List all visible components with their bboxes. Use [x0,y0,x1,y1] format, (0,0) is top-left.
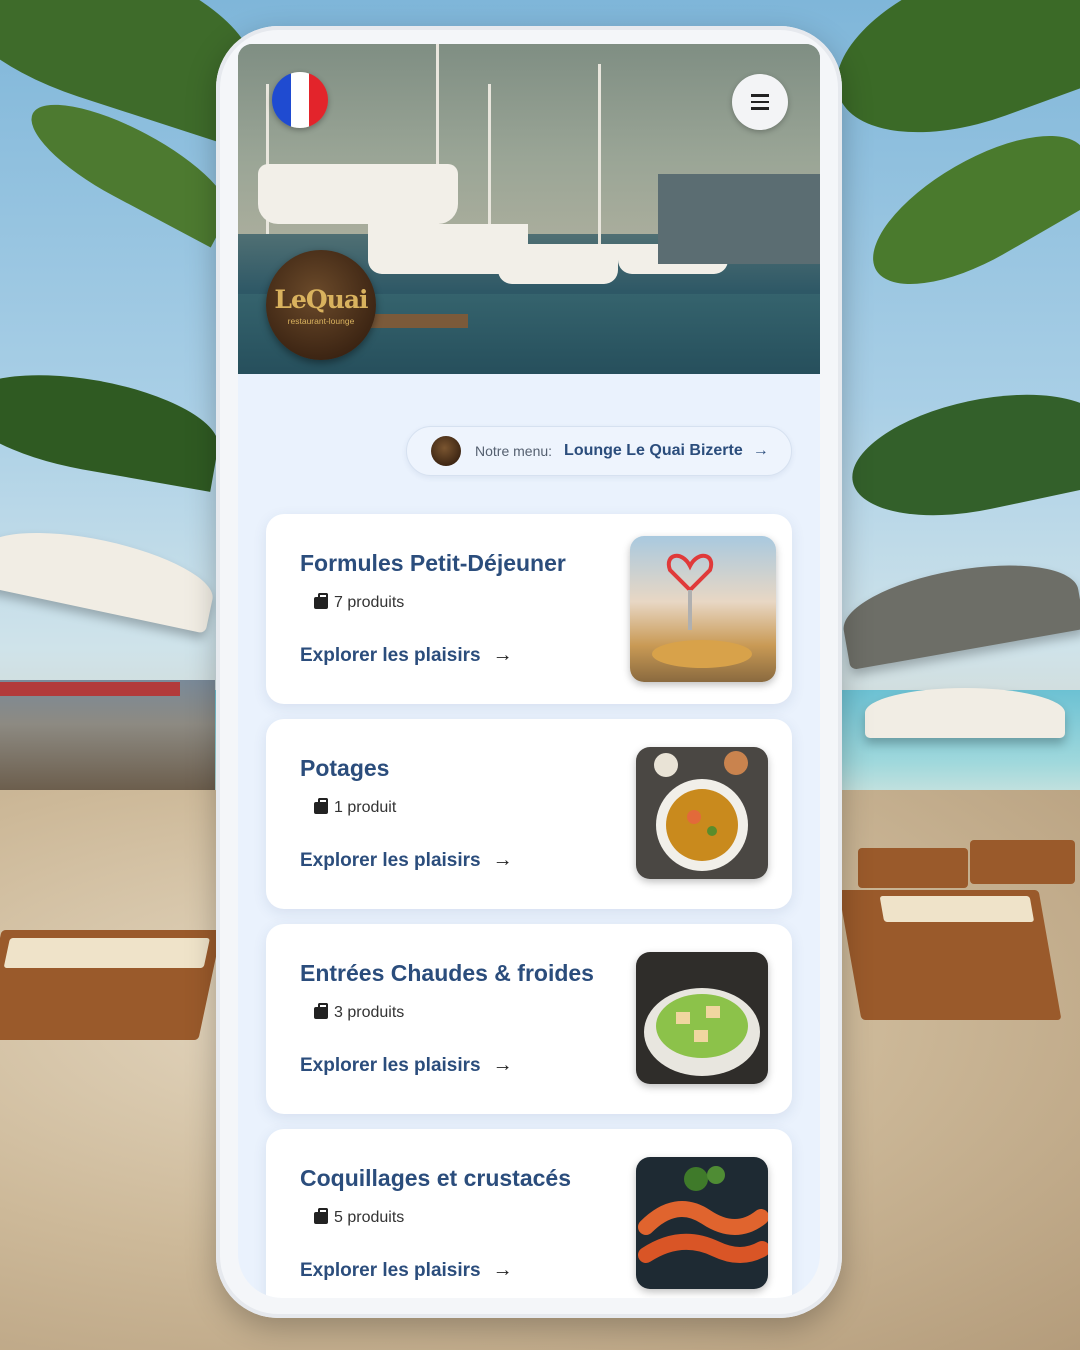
palm-frond [841,374,1080,536]
shrimp-icon [638,1166,768,1263]
hamburger-menu-icon [751,92,769,112]
briefcase-icon [314,1208,328,1224]
category-card-potages[interactable]: Potages 1 produit Explorer les plaisirs … [266,719,792,909]
phone-frame: LeQuai restaurant-lounge Notre menu: Lou… [216,26,842,1318]
phone-screen: LeQuai restaurant-lounge Notre menu: Lou… [238,44,820,1298]
category-title: Coquillages et crustacés [300,1165,571,1191]
pier [0,680,215,790]
palm-frond [0,358,226,492]
explore-link-text: Explorer les plaisirs [300,644,481,666]
category-image-shrimp[interactable] [636,1157,768,1289]
product-count-text: 3 produits [334,1004,405,1021]
product-count: 5 produits [314,1208,405,1227]
beach-umbrella [865,688,1065,738]
logo-name: LeQuai [274,284,368,314]
briefcase-icon [314,798,328,814]
product-count: 7 produits [314,593,405,612]
restaurant-logo: LeQuai restaurant-lounge [266,250,376,360]
explore-link[interactable]: Explorer les plaisirs → [300,1054,513,1077]
product-count: 3 produits [314,1003,405,1022]
category-image-soup[interactable] [636,747,768,879]
category-title: Formules Petit-Déjeuner [300,550,566,576]
palm-frond [851,106,1080,314]
explore-link[interactable]: Explorer les plaisirs → [300,849,513,872]
category-title: Potages [300,755,390,781]
arrow-right-icon: → [752,442,769,459]
salad-plate-icon [644,988,760,1076]
product-count-text: 7 produits [334,594,405,611]
explore-link[interactable]: Explorer les plaisirs → [300,644,513,667]
category-image-breakfast[interactable] [630,536,776,682]
arrow-right-icon: → [492,1054,513,1076]
beach-lounger [858,848,968,888]
category-card-coquillages[interactable]: Coquillages et crustacés 5 produits Expl… [266,1129,792,1298]
briefcase-icon [314,1003,328,1019]
explore-link-text: Explorer les plaisirs [300,849,481,871]
briefcase-icon [314,593,328,609]
explore-link[interactable]: Explorer les plaisirs → [300,1259,513,1282]
heart-icon [652,554,752,668]
beach-lounger [970,840,1075,884]
france-flag-icon[interactable] [272,72,328,128]
arrow-right-icon: → [492,644,513,666]
product-count: 1 produit [314,798,397,817]
menu-label: Notre menu: [475,443,553,459]
beach-lounger [0,930,222,1040]
logo-subtitle: restaurant-lounge [287,315,355,326]
menu-value: Lounge Le Quai Bizerte [564,442,743,459]
beach-lounger [838,890,1062,1020]
hamburger-menu-button[interactable] [732,74,788,130]
soup-bowl-icon [654,751,748,871]
menu-selector[interactable]: Notre menu: Lounge Le Quai Bizerte → [406,426,792,476]
pier-roof [0,682,180,696]
arrow-right-icon: → [492,1259,513,1281]
product-count-text: 1 produit [334,799,397,816]
category-card-entrees[interactable]: Entrées Chaudes & froides 3 produits Exp… [266,924,792,1114]
category-card-formules-petit-dejeuner[interactable]: Formules Petit-Déjeuner 7 produits Explo… [266,514,792,704]
product-count-text: 5 produits [334,1209,405,1226]
beach-umbrella [836,549,1080,671]
explore-link-text: Explorer les plaisirs [300,1259,481,1281]
menu-logo-icon [431,436,461,466]
hero-banner: LeQuai restaurant-lounge [238,44,820,374]
category-image-salad[interactable] [636,952,768,1084]
beach-umbrella [0,516,220,634]
category-title: Entrées Chaudes & froides [300,960,594,986]
explore-link-text: Explorer les plaisirs [300,1054,481,1076]
arrow-right-icon: → [492,849,513,871]
